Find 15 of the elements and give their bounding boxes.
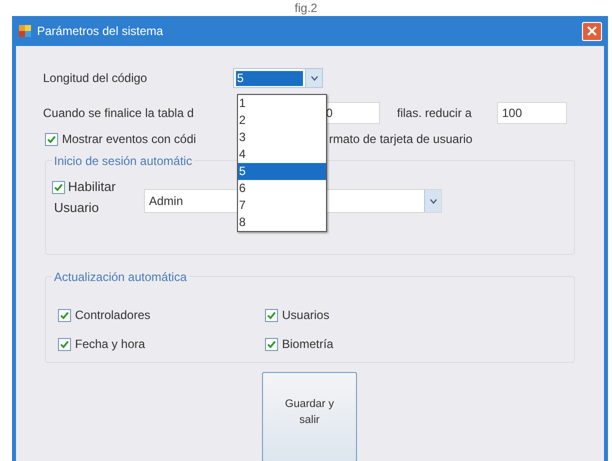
combobox-value: Admin bbox=[149, 193, 184, 210]
checkbox-label: Usuarios bbox=[282, 307, 330, 324]
window-title: Parámetros del sistema bbox=[37, 23, 164, 40]
field-label: filas. reducir a bbox=[397, 105, 473, 122]
checkbox-label: Mostrar eventos con códi bbox=[62, 131, 198, 148]
combobox-value: 5 bbox=[236, 70, 303, 86]
field-label: Longitud del código bbox=[43, 70, 148, 87]
field-label: Usuario bbox=[53, 199, 100, 218]
checkbox-label: rmato de tarjeta de usuario bbox=[329, 131, 472, 148]
figure-caption: fig.2 bbox=[294, 1, 318, 16]
field-label: Cuando se finalice la tabla d bbox=[43, 105, 195, 122]
checkbox-label: Fecha y hora bbox=[75, 336, 146, 353]
checkbox-label: Controladores bbox=[75, 307, 150, 324]
checkbox-label: Habilitar bbox=[68, 178, 116, 196]
checkbox-label: Biometría bbox=[282, 336, 334, 353]
